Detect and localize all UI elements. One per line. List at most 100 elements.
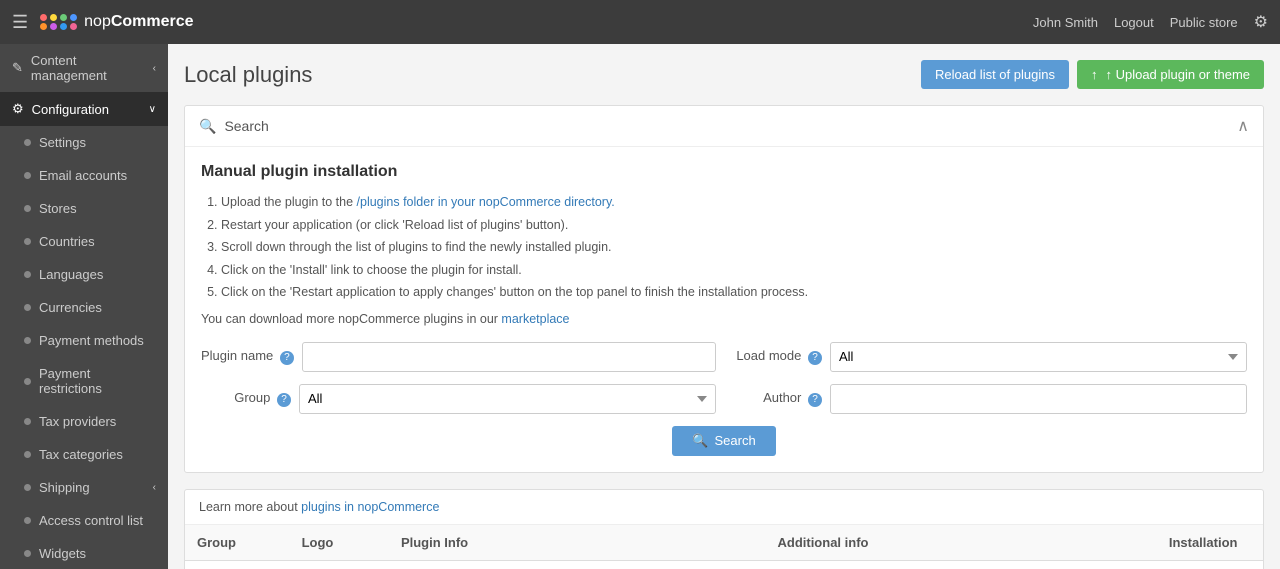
col-plugin-info: Plugin Info [389,525,766,561]
settings-icon[interactable]: ⚙ [1254,12,1268,32]
sidebar-item-configuration[interactable]: ⚙ Configuration ∨ [0,92,168,126]
search-icon: 🔍 [199,118,216,135]
sidebar-item-shipping[interactable]: Shipping ‹ [0,471,168,504]
col-additional-info: Additional info [765,525,1156,561]
dot-icon [24,238,31,245]
plugin-info-cell: Nop-Station Address Validator (Byteplant… [389,560,766,569]
load-mode-label: Load mode ? [732,348,822,365]
hamburger-menu-icon[interactable]: ☰ [12,12,28,33]
logo-dots [40,14,78,30]
manual-install-note: You can download more nopCommerce plugin… [201,312,1247,326]
sidebar-item-access-control[interactable]: Access control list [0,504,168,537]
sidebar-item-label: Widgets [39,546,86,561]
step-1: Upload the plugin to the /plugins folder… [221,191,1247,214]
manual-install-steps: Upload the plugin to the /plugins folder… [201,191,1247,304]
brand-text: nopCommerce [84,13,193,31]
page-actions: Reload list of plugins ↑ ↑ Upload plugin… [921,60,1264,89]
logo-dot-5 [40,23,47,30]
sidebar-item-languages[interactable]: Languages [0,258,168,291]
dot-icon [24,172,31,179]
search-button[interactable]: 🔍 Search [672,426,775,456]
sidebar-item-label: Payment restrictions [39,366,156,396]
group-select[interactable]: All [299,384,716,414]
marketplace-link[interactable]: marketplace [501,312,569,326]
plugins-table-card: Learn more about plugins in nopCommerce … [184,489,1264,569]
sidebar-item-label: Payment methods [39,333,144,348]
plugin-logo-cell: ✓ [290,560,389,569]
plugin-name-input[interactable] [302,342,716,372]
sidebar-item-settings[interactable]: Settings [0,126,168,159]
plugin-name-help-icon[interactable]: ? [280,351,294,365]
plugin-name-group: Plugin name ? [201,342,716,372]
sidebar-item-label: Tax categories [39,447,123,462]
upload-button-label: ↑ Upload plugin or theme [1105,67,1250,82]
dot-icon [24,517,31,524]
dot-icon [24,205,31,212]
step-3: Scroll down through the list of plugins … [221,236,1247,259]
sidebar-item-payment-restrictions[interactable]: Payment restrictions [0,357,168,405]
search-button-row: 🔍 Search [201,426,1247,456]
search-btn-label: Search [714,433,755,448]
sidebar-item-widgets[interactable]: Widgets [0,537,168,569]
load-mode-help-icon[interactable]: ? [808,351,822,365]
learn-more-section: Learn more about plugins in nopCommerce [185,490,1263,525]
plugins-table: Group Logo Plugin Info Additional info I… [185,525,1263,569]
search-card-header[interactable]: 🔍 Search ∧ [185,106,1263,147]
logo-dot-2 [50,14,57,21]
dot-icon [24,304,31,311]
reload-plugins-button[interactable]: Reload list of plugins [921,60,1069,89]
top-nav-right: John Smith Logout Public store ⚙ [1033,12,1268,32]
sidebar-item-content-management[interactable]: ✎ Content management ‹ [0,44,168,92]
chevron-right-icon: ‹ [153,482,156,493]
col-logo: Logo [290,525,389,561]
step-4: Click on the 'Install' link to choose th… [221,259,1247,282]
plugin-group-cell: Nop-Station [185,560,290,569]
search-form: Plugin name ? Load mode ? All [201,342,1247,456]
current-user: John Smith [1033,15,1098,30]
search-card: 🔍 Search ∧ Manual plugin installation Up… [184,105,1264,473]
sidebar-item-email-accounts[interactable]: Email accounts [0,159,168,192]
sidebar-item-label: Content management [31,53,145,83]
learn-more-link[interactable]: plugins in nopCommerce [301,500,439,514]
sidebar-item-payment-methods[interactable]: Payment methods [0,324,168,357]
dot-icon [24,418,31,425]
author-group: Author ? [732,384,1247,414]
sidebar-item-label: Languages [39,267,103,282]
dot-icon [24,271,31,278]
search-card-body: Manual plugin installation Upload the pl… [185,147,1263,472]
sidebar-item-currencies[interactable]: Currencies [0,291,168,324]
author-input[interactable] [830,384,1247,414]
page-header: Local plugins Reload list of plugins ↑ ↑… [184,60,1264,89]
collapse-icon[interactable]: ∧ [1237,116,1249,136]
upload-plugin-button[interactable]: ↑ ↑ Upload plugin or theme [1077,60,1264,89]
dot-icon [24,378,31,385]
col-installation: Installation [1157,525,1263,561]
sidebar-item-stores[interactable]: Stores [0,192,168,225]
author-label: Author ? [732,390,822,407]
plugin-name-label: Plugin name ? [201,348,294,365]
logo-dot-1 [40,14,47,21]
sidebar-item-label: Tax providers [39,414,116,429]
plugins-table-header: Group Logo Plugin Info Additional info I… [185,525,1263,561]
load-mode-group: Load mode ? All Installed only Not insta… [732,342,1247,372]
card-header-title: Search [224,118,1229,134]
sidebar-item-label: Shipping [39,480,90,495]
step-1-link: /plugins folder in your nopCommerce dire… [357,195,615,209]
author-help-icon[interactable]: ? [808,393,822,407]
manual-install-title: Manual plugin installation [201,163,1247,181]
sidebar-item-tax-providers[interactable]: Tax providers [0,405,168,438]
sidebar-item-label: Settings [39,135,86,150]
sidebar-item-countries[interactable]: Countries [0,225,168,258]
plugin-additional-info-cell: Version: 4.50.1.0 Author: Jaber Kibria S… [765,560,1156,569]
logo-dot-8 [70,23,77,30]
upload-icon: ↑ [1091,67,1098,82]
content-management-icon: ✎ [12,60,23,76]
group-group: Group ? All [201,384,716,414]
main-content: Local plugins Reload list of plugins ↑ ↑… [168,44,1280,569]
sidebar-item-tax-categories[interactable]: Tax categories [0,438,168,471]
load-mode-select[interactable]: All Installed only Not installed only [830,342,1247,372]
group-help-icon[interactable]: ? [277,393,291,407]
logout-link[interactable]: Logout [1114,15,1154,30]
public-store-link[interactable]: Public store [1170,15,1238,30]
logo-dot-6 [50,23,57,30]
